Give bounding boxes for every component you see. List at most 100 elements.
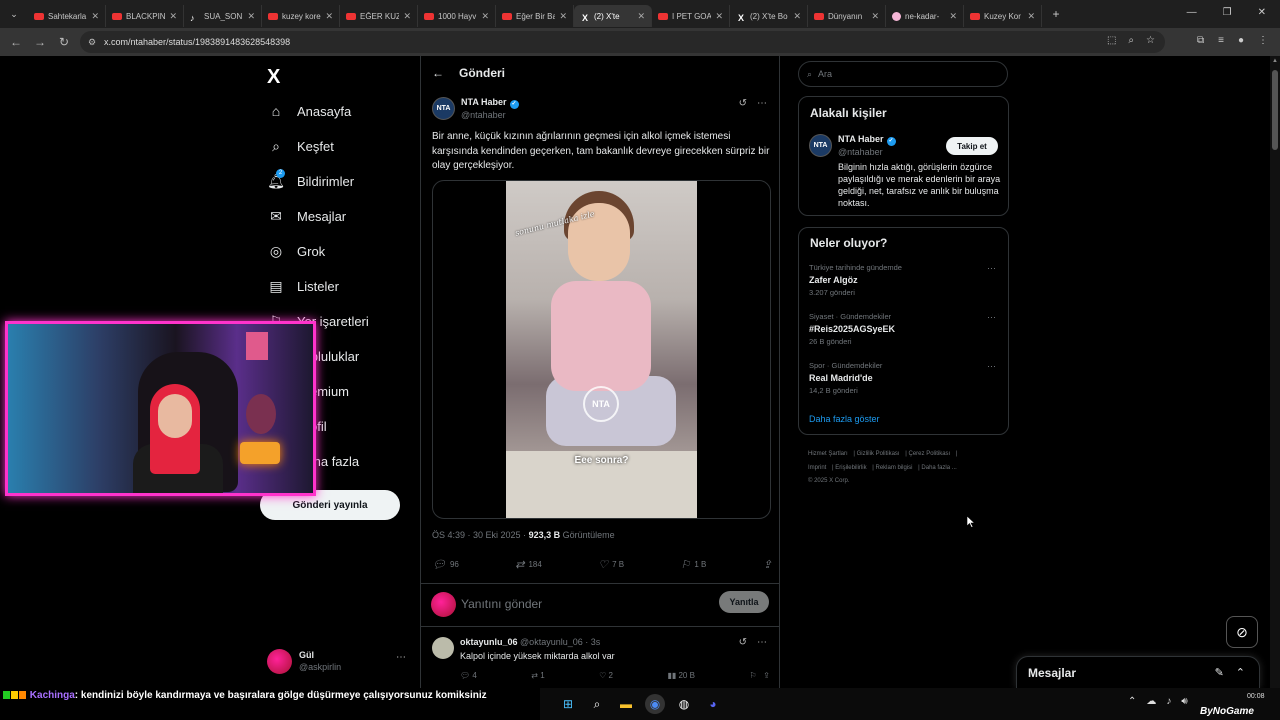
reply-input[interactable]: Yanıtını gönder bbox=[461, 597, 542, 611]
like-action[interactable]: ♡ 7 B bbox=[598, 558, 624, 571]
show-more-link[interactable]: Daha fazla göster bbox=[809, 414, 880, 424]
new-message-icon[interactable]: ✎ bbox=[1215, 666, 1224, 679]
browser-tab[interactable]: Eğer Bir Ba ✕ bbox=[496, 5, 574, 27]
more-options-icon[interactable]: ⋯ bbox=[396, 652, 406, 663]
bookmark-star-icon[interactable]: ☆ bbox=[1146, 35, 1155, 46]
video-frame[interactable]: sonunu mutlaka izle NTA Eee sonra? bbox=[506, 181, 697, 518]
maximize-icon[interactable]: ❐ bbox=[1223, 7, 1232, 18]
related-handle[interactable]: @ntahaber bbox=[838, 147, 883, 157]
new-tab-button[interactable]: + bbox=[1046, 7, 1066, 21]
reply-action[interactable]: 💬︎ 96 bbox=[432, 558, 459, 571]
reply-repost-action[interactable]: ⇄ 1 bbox=[531, 671, 544, 680]
tab-close-icon[interactable]: ✕ bbox=[637, 11, 645, 22]
footer-link[interactable]: Hizmet Şartları bbox=[808, 451, 848, 457]
messages-dock[interactable]: Mesajlar ✎ ⌃ bbox=[1016, 656, 1260, 688]
nav-lists[interactable]: ▤ Listeler bbox=[268, 276, 339, 296]
nav-grok[interactable]: ◎ Grok bbox=[268, 241, 325, 261]
footer-link[interactable]: Daha fazla ... bbox=[921, 465, 956, 471]
browser-tab[interactable]: kuzey kore ✕ bbox=[262, 5, 340, 27]
nav-home[interactable]: ⌂ Anasayfa bbox=[268, 101, 351, 121]
grok-floating-button[interactable]: ⊘ bbox=[1226, 616, 1258, 648]
author-name[interactable]: NTA Haber ✓ bbox=[461, 97, 519, 109]
reply-reply-action[interactable]: 💬︎ 4 bbox=[460, 671, 477, 680]
grok-icon[interactable]: ↺ bbox=[739, 98, 747, 109]
more-icon[interactable]: ⋯ bbox=[987, 312, 996, 323]
related-avatar[interactable]: NTA bbox=[809, 134, 832, 157]
account-switcher[interactable]: Gül @askpirlin ⋯ bbox=[266, 646, 416, 682]
scroll-up-icon[interactable]: ▲ bbox=[1272, 58, 1278, 64]
tab-close-icon[interactable]: ✕ bbox=[793, 11, 801, 22]
post-video[interactable]: sonunu mutlaka izle NTA Eee sonra? bbox=[432, 180, 771, 519]
footer-link[interactable]: Gizlilik Politikası bbox=[857, 451, 900, 457]
trend-item[interactable]: Spor · Gündemdekiler Real Madrid'de 14,2… bbox=[809, 361, 1004, 395]
more-icon[interactable]: ⋯ bbox=[757, 98, 767, 109]
page-scrollbar[interactable]: ▲ bbox=[1270, 56, 1280, 688]
tray-chevron-icon[interactable]: ⌃ bbox=[1128, 696, 1136, 707]
browser-tab[interactable]: 1000 Hayv ✕ bbox=[418, 5, 496, 27]
extensions-icon[interactable]: ⧉ bbox=[1197, 35, 1204, 46]
reply-avatar[interactable] bbox=[432, 637, 454, 659]
reply-like-action[interactable]: ♡ 2 bbox=[599, 671, 613, 680]
tab-close-icon[interactable]: ✕ bbox=[559, 11, 567, 22]
system-clock[interactable]: 00:08 bbox=[1247, 692, 1265, 702]
browser-tab[interactable]: BLACKPINK✕ bbox=[106, 5, 184, 27]
browser-tab[interactable]: ne-kadar- ✕ bbox=[886, 5, 964, 27]
onedrive-icon[interactable]: ☁ bbox=[1146, 696, 1156, 707]
back-arrow-icon[interactable]: ← bbox=[432, 66, 444, 80]
tab-close-icon[interactable]: ✕ bbox=[715, 11, 723, 22]
more-icon[interactable]: ⋯ bbox=[757, 637, 767, 648]
site-info-icon[interactable]: ⚙ bbox=[88, 37, 96, 48]
nav-messages[interactable]: ✉ Mesajlar bbox=[268, 206, 346, 226]
search-input[interactable]: ⌕ Ara bbox=[798, 61, 1008, 87]
forward-icon[interactable]: → bbox=[28, 35, 52, 49]
browser-tab[interactable]: Sahtekarla ✕ bbox=[28, 5, 106, 27]
footer-link[interactable]: Erişilebilirlik bbox=[835, 465, 866, 471]
follow-button[interactable]: Takip et bbox=[946, 137, 998, 155]
close-icon[interactable]: ✕ bbox=[1258, 7, 1266, 18]
mic-icon[interactable]: ♪ bbox=[1166, 696, 1171, 707]
reply-bookmark-share[interactable]: ⚐ ⇪ bbox=[749, 671, 770, 680]
tab-close-icon[interactable]: ✕ bbox=[169, 11, 177, 22]
tab-close-icon[interactable]: ✕ bbox=[247, 11, 255, 22]
tab-close-icon[interactable]: ✕ bbox=[481, 11, 489, 22]
obs-icon[interactable]: ◍ bbox=[674, 694, 694, 714]
tab-close-icon[interactable]: ✕ bbox=[949, 11, 957, 22]
reload-icon[interactable]: ↻ bbox=[52, 35, 76, 49]
x-logo-icon[interactable]: X bbox=[267, 66, 280, 89]
author-handle[interactable]: @ntahaber bbox=[461, 110, 506, 120]
scroll-thumb[interactable] bbox=[1272, 70, 1278, 150]
browser-tab[interactable]: Kuzey Kor ✕ bbox=[964, 5, 1042, 27]
repost-action[interactable]: ⇄ 184 bbox=[515, 558, 542, 571]
reply-button[interactable]: Yanıtla bbox=[719, 591, 769, 613]
windows-start-icon[interactable]: ⊞ bbox=[558, 694, 578, 714]
browser-tab[interactable]: Dünyanın ✕ bbox=[808, 5, 886, 27]
nav-notifications[interactable]: 🔔︎ 2 Bildirimler bbox=[267, 169, 354, 191]
trend-item[interactable]: Türkiye tarihinde gündemde Zafer Algöz 3… bbox=[809, 263, 1004, 297]
browser-tab[interactable]: X (2) X'te ✕ bbox=[574, 5, 652, 27]
reply-author[interactable]: oktayunlu_06 @oktayunlu_06 · 3s bbox=[460, 637, 600, 647]
post-time[interactable]: ÖS 4:39 · 30 Eki 2025 · bbox=[432, 530, 529, 540]
tab-search-icon[interactable]: ⌄ bbox=[0, 9, 28, 20]
search-icon[interactable]: ⌕ bbox=[587, 694, 607, 714]
bookmark-action[interactable]: ⚐ 1 B bbox=[680, 558, 706, 571]
footer-link[interactable]: Imprint bbox=[808, 465, 826, 471]
more-icon[interactable]: ⋯ bbox=[987, 263, 996, 274]
back-icon[interactable]: ← bbox=[4, 35, 28, 49]
minimize-icon[interactable]: — bbox=[1187, 7, 1197, 18]
tab-close-icon[interactable]: ✕ bbox=[403, 11, 411, 22]
footer-link[interactable]: Reklam bilgisi bbox=[876, 465, 913, 471]
url-field[interactable]: ⚙ x.com/ntahaber/status/1983891483628548… bbox=[80, 31, 1165, 53]
share-action[interactable]: ⇪ bbox=[763, 558, 772, 571]
zoom-icon[interactable]: ⌕ bbox=[1128, 35, 1134, 46]
file-explorer-icon[interactable]: ▬ bbox=[616, 694, 636, 714]
chrome-icon[interactable]: ◉ bbox=[645, 694, 665, 714]
expand-icon[interactable]: ⌃ bbox=[1236, 666, 1245, 679]
grok-icon[interactable]: ↺ bbox=[739, 637, 747, 648]
browser-tab[interactable]: I PET GOA ✕ bbox=[652, 5, 730, 27]
tab-close-icon[interactable]: ✕ bbox=[1027, 11, 1035, 22]
media-icon[interactable]: ≡ bbox=[1218, 35, 1224, 46]
menu-icon[interactable]: ⋮ bbox=[1258, 35, 1268, 46]
related-name[interactable]: NTA Haber ✓ bbox=[838, 134, 896, 146]
nav-explore[interactable]: ⌕ Keşfet bbox=[268, 136, 334, 156]
browser-tab[interactable]: EĞER KUZE ✕ bbox=[340, 5, 418, 27]
